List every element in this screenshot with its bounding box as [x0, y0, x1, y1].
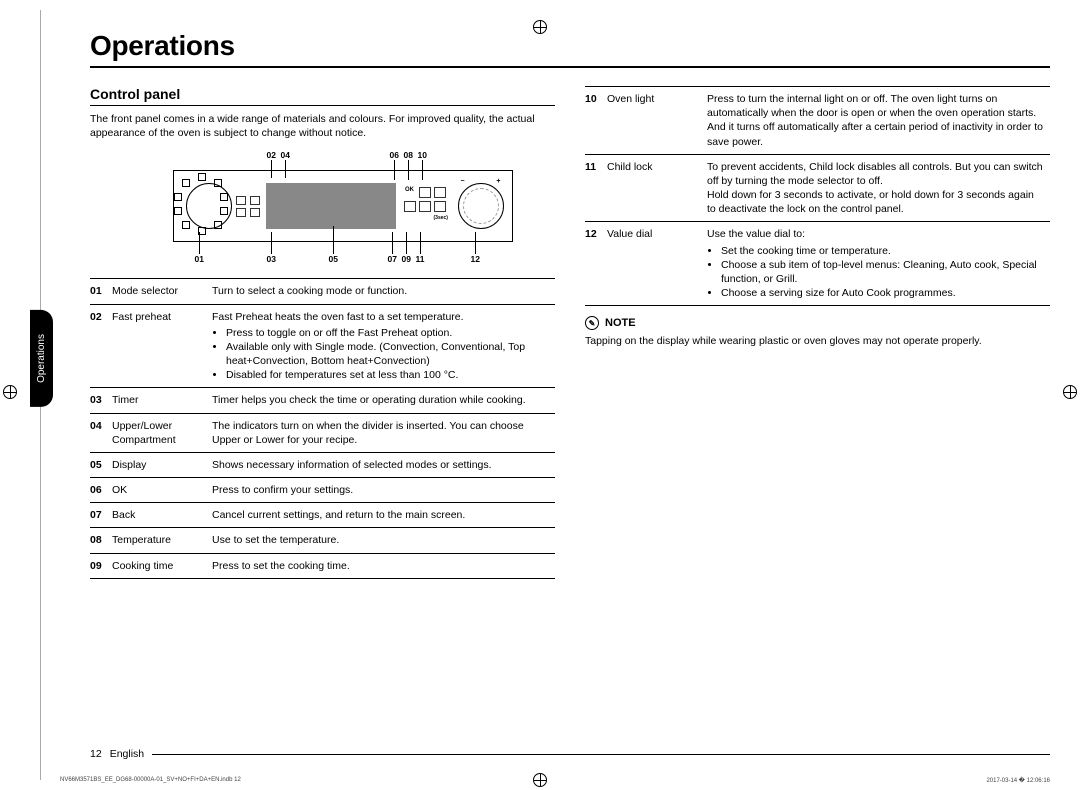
item-description: Press to confirm your settings. — [212, 478, 555, 503]
table-row: 09Cooking timePress to set the cooking t… — [90, 553, 555, 578]
table-row: 08TemperatureUse to set the temperature. — [90, 528, 555, 553]
item-label: Temperature — [112, 528, 212, 553]
item-number: 06 — [90, 478, 112, 503]
control-panel-diagram: 02 04 06 08 10 — [133, 150, 513, 270]
print-slug: NV66M3571BS_EE_DG68-00000A-01_SV+NO+FI+D… — [60, 777, 1050, 784]
item-number: 09 — [90, 553, 112, 578]
slug-date: 2017-03-14 � 12:06:16 — [986, 777, 1050, 784]
button-grid-right: OK (3sec) — [404, 187, 446, 226]
value-dial-diagram: − + — [458, 183, 504, 229]
callout-02: 02 — [267, 150, 276, 160]
button-column-1 — [236, 196, 246, 217]
section-heading: Control panel — [90, 86, 555, 106]
item-number: 11 — [585, 154, 607, 222]
table-row: 02Fast preheatFast Preheat heats the ove… — [90, 304, 555, 388]
page-title: Operations — [90, 30, 1050, 68]
item-label: Fast preheat — [112, 304, 212, 388]
table-row: 12Value dialUse the value dial to:Set th… — [585, 222, 1050, 306]
table-row: 03TimerTimer helps you check the time or… — [90, 388, 555, 413]
button-column-2 — [250, 196, 260, 217]
item-label: Value dial — [607, 222, 707, 306]
language-label: English — [110, 748, 144, 760]
item-number: 04 — [90, 413, 112, 452]
item-description: Press to set the cooking time. — [212, 553, 555, 578]
mode-selector-diagram — [174, 177, 232, 235]
item-number: 07 — [90, 503, 112, 528]
item-label: Mode selector — [112, 279, 212, 304]
item-description: Use the value dial to:Set the cooking ti… — [707, 222, 1050, 306]
table-row: 07BackCancel current settings, and retur… — [90, 503, 555, 528]
document-page: Operations Operations Control panel The … — [90, 30, 1050, 760]
item-description: To prevent accidents, Child lock disable… — [707, 154, 1050, 222]
item-description: Cancel current settings, and return to t… — [212, 503, 555, 528]
callout-05: 05 — [329, 254, 338, 264]
item-label: Upper/Lower Compartment — [112, 413, 212, 452]
item-label: Cooking time — [112, 553, 212, 578]
table-row: 04Upper/Lower CompartmentThe indicators … — [90, 413, 555, 452]
table-row: 05DisplayShows necessary information of … — [90, 452, 555, 477]
callout-09: 09 — [402, 254, 411, 264]
callout-11: 11 — [416, 254, 425, 264]
table-row: 10Oven lightPress to turn the internal l… — [585, 87, 1050, 155]
item-description: Fast Preheat heats the oven fast to a se… — [212, 304, 555, 388]
item-label: Back — [112, 503, 212, 528]
callout-07: 07 — [388, 254, 397, 264]
callout-06: 06 — [390, 150, 399, 160]
note-heading: ✎ NOTE — [585, 316, 1050, 330]
callout-03: 03 — [267, 254, 276, 264]
item-description: Shows necessary information of selected … — [212, 452, 555, 477]
item-label: Display — [112, 452, 212, 477]
note-icon: ✎ — [585, 316, 599, 330]
item-description: Timer helps you check the time or operat… — [212, 388, 555, 413]
page-number: 12 — [90, 748, 102, 760]
item-label: Timer — [112, 388, 212, 413]
note-label: NOTE — [605, 317, 636, 329]
table-row: 11Child lockTo prevent accidents, Child … — [585, 154, 1050, 222]
callout-10: 10 — [418, 150, 427, 160]
left-column: Control panel The front panel comes in a… — [90, 86, 555, 579]
item-number: 02 — [90, 304, 112, 388]
control-table-left: 01Mode selectorTurn to select a cooking … — [90, 278, 555, 578]
callout-01: 01 — [195, 254, 204, 264]
callout-04: 04 — [281, 150, 290, 160]
control-table-right: 10Oven lightPress to turn the internal l… — [585, 86, 1050, 306]
intro-text: The front panel comes in a wide range of… — [90, 112, 555, 140]
note-text: Tapping on the display while wearing pla… — [585, 334, 1050, 348]
item-number: 10 — [585, 87, 607, 155]
item-number: 05 — [90, 452, 112, 477]
item-number: 12 — [585, 222, 607, 306]
item-label: Child lock — [607, 154, 707, 222]
right-column: 10Oven lightPress to turn the internal l… — [585, 86, 1050, 579]
page-footer: 12 English — [90, 748, 1050, 760]
callout-12: 12 — [471, 254, 480, 264]
table-row: 01Mode selectorTurn to select a cooking … — [90, 279, 555, 304]
item-description: Turn to select a cooking mode or functio… — [212, 279, 555, 304]
item-description: The indicators turn on when the divider … — [212, 413, 555, 452]
item-label: OK — [112, 478, 212, 503]
section-tab: Operations — [30, 310, 53, 407]
item-number: 01 — [90, 279, 112, 304]
item-label: Oven light — [607, 87, 707, 155]
slug-file: NV66M3571BS_EE_DG68-00000A-01_SV+NO+FI+D… — [60, 777, 241, 784]
item-description: Use to set the temperature. — [212, 528, 555, 553]
item-description: Press to turn the internal light on or o… — [707, 87, 1050, 155]
display-area — [266, 183, 396, 229]
item-number: 03 — [90, 388, 112, 413]
item-number: 08 — [90, 528, 112, 553]
callout-08: 08 — [404, 150, 413, 160]
table-row: 06OKPress to confirm your settings. — [90, 478, 555, 503]
